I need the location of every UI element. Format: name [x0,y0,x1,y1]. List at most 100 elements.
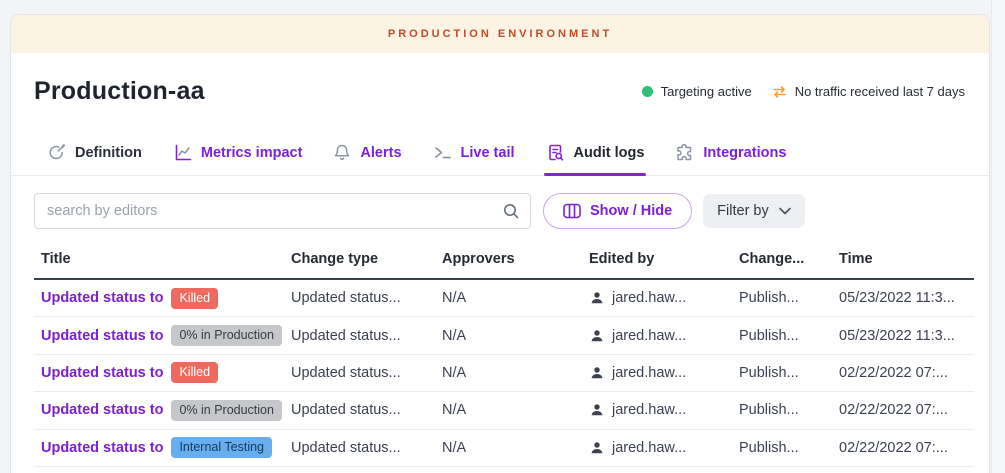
row-title-link[interactable]: Updated status to [41,440,163,456]
traffic-status-label: No traffic received last 7 days [795,84,965,99]
table-row[interactable]: Updated status to 0% in Production Updat… [34,392,974,429]
search-wrap [34,193,531,229]
time-cell: 02/22/2022 07:... [839,365,974,381]
column-header-approvers[interactable]: Approvers [442,251,589,267]
change-cell: Publish... [739,328,839,344]
tab-metrics-impact[interactable]: Metrics impact [173,130,303,175]
status-badge: 0% in Production [171,400,282,421]
status-badge: Killed [171,362,218,383]
audit-log-table: Title Change type Approvers Edited by Ch… [34,242,974,467]
approvers-cell: N/A [442,290,589,306]
row-title-link[interactable]: Updated status to [41,328,163,344]
time-cell: 02/22/2022 07:... [839,440,974,456]
column-header-change-type[interactable]: Change type [291,251,442,267]
tab-definition[interactable]: Definition [47,130,142,175]
title-cell: Updated status to 0% in Production [34,400,291,421]
tab-integrations-label: Integrations [703,145,786,161]
time-cell: 02/22/2022 07:... [839,402,974,418]
title-cell: Updated status to Internal Testing [34,437,291,458]
show-hide-button[interactable]: Show / Hide [543,193,692,229]
person-icon [589,440,605,456]
tab-bar: Definition Metrics impact Alerts [11,130,989,176]
column-header-change[interactable]: Change... [739,251,839,267]
page-title: Production-aa [34,77,205,106]
table-header-row: Title Change type Approvers Edited by Ch… [34,242,974,280]
targeting-status: Targeting active [642,84,752,99]
terminal-icon [433,143,452,162]
header-status-area: Targeting active No traffic received las… [642,84,965,99]
edited-by-name: jared.haw... [612,365,686,381]
edited-by-cell: jared.haw... [589,290,739,306]
traffic-arrows-icon [772,85,787,99]
tab-live-tail[interactable]: Live tail [433,130,515,175]
table-row[interactable]: Updated status to Killed Updated status.… [34,280,974,317]
tab-definition-label: Definition [75,145,142,161]
scrollbar-gutter[interactable] [991,0,1005,473]
tab-alerts-label: Alerts [360,145,401,161]
chevron-down-icon [779,207,791,215]
person-icon [589,290,605,306]
targeting-status-label: Targeting active [661,84,752,99]
column-header-title[interactable]: Title [34,251,291,267]
edited-by-name: jared.haw... [612,402,686,418]
toolbar: Show / Hide Filter by [34,193,966,229]
change-type-cell: Updated status... [291,328,442,344]
person-icon [589,328,605,344]
green-status-dot-icon [642,86,653,97]
approvers-cell: N/A [442,440,589,456]
page-header: Production-aa Targeting active No traffi… [11,53,989,130]
column-header-edited-by[interactable]: Edited by [589,251,739,267]
traffic-status: No traffic received last 7 days [772,84,965,99]
search-icon [502,202,520,220]
approvers-cell: N/A [442,328,589,344]
change-type-cell: Updated status... [291,365,442,381]
row-title-link[interactable]: Updated status to [41,290,163,306]
status-badge: 0% in Production [171,325,282,346]
tab-audit-logs[interactable]: Audit logs [546,130,645,175]
person-icon [589,365,605,381]
puzzle-icon [675,143,694,162]
search-input[interactable] [34,193,531,229]
audit-document-search-icon [546,143,565,162]
person-icon [589,402,605,418]
production-environment-banner: PRODUCTION ENVIRONMENT [11,15,989,53]
definition-gauge-icon [47,143,66,162]
change-cell: Publish... [739,402,839,418]
change-type-cell: Updated status... [291,402,442,418]
tab-integrations[interactable]: Integrations [675,130,786,175]
filter-by-button[interactable]: Filter by [703,194,805,228]
tab-live-tail-label: Live tail [461,145,515,161]
columns-icon [563,203,581,219]
row-title-link[interactable]: Updated status to [41,365,163,381]
table-row[interactable]: Updated status to 0% in Production Updat… [34,317,974,354]
table-row[interactable]: Updated status to Internal Testing Updat… [34,430,974,467]
time-cell: 05/23/2022 11:3... [839,290,974,306]
tab-metrics-impact-label: Metrics impact [201,145,303,161]
row-title-link[interactable]: Updated status to [41,402,163,418]
edited-by-cell: jared.haw... [589,365,739,381]
time-cell: 05/23/2022 11:3... [839,328,974,344]
environment-banner-label: PRODUCTION ENVIRONMENT [388,28,612,40]
edited-by-cell: jared.haw... [589,328,739,344]
metrics-chart-icon [173,143,192,162]
show-hide-label: Show / Hide [590,203,672,219]
title-cell: Updated status to 0% in Production [34,325,291,346]
edited-by-cell: jared.haw... [589,440,739,456]
environment-card: PRODUCTION ENVIRONMENT Production-aa Tar… [10,14,990,473]
change-type-cell: Updated status... [291,290,442,306]
bell-icon [333,143,351,162]
edited-by-name: jared.haw... [612,290,686,306]
tab-alerts[interactable]: Alerts [333,130,401,175]
edited-by-name: jared.haw... [612,440,686,456]
status-badge: Killed [171,288,218,309]
table-row[interactable]: Updated status to Killed Updated status.… [34,355,974,392]
change-cell: Publish... [739,290,839,306]
filter-by-label: Filter by [717,203,769,219]
edited-by-cell: jared.haw... [589,402,739,418]
column-header-time[interactable]: Time [839,251,974,267]
change-type-cell: Updated status... [291,440,442,456]
change-cell: Publish... [739,440,839,456]
tab-audit-logs-label: Audit logs [574,145,645,161]
title-cell: Updated status to Killed [34,362,291,383]
status-badge: Internal Testing [171,437,272,458]
